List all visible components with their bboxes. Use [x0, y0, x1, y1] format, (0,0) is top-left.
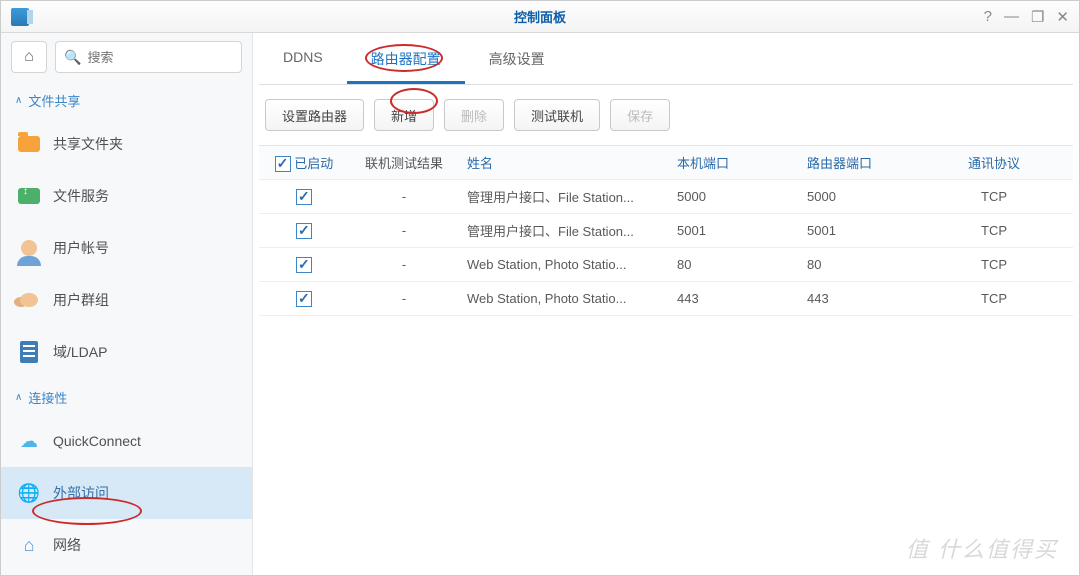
folder-icon [18, 136, 40, 152]
control-panel-window: 控制面板 ? — ❐ ✕ ⌂ 🔍 ∧ 文件共享 共享文件夹 文件服务 用户帐号 [0, 0, 1080, 576]
col-name[interactable]: 姓名 [459, 153, 669, 172]
save-button[interactable]: 保存 [610, 99, 670, 131]
table-row[interactable]: -管理用户接口、File Station...50015001TCP [259, 214, 1073, 248]
titlebar: 控制面板 ? — ❐ ✕ [1, 1, 1079, 33]
row-checkbox[interactable] [296, 223, 312, 239]
close-icon[interactable]: ✕ [1056, 8, 1069, 26]
toolbar: 设置路由器 新增 删除 测试联机 保存 [259, 85, 1073, 145]
row-checkbox[interactable] [296, 257, 312, 273]
cell-local-port: 5000 [669, 189, 799, 204]
sidebar-item-shared-folder[interactable]: 共享文件夹 [1, 118, 252, 170]
port-table: 已启动 联机测试结果 姓名 本机端口 路由器端口 通讯协议 -管理用户接口、Fi… [259, 145, 1073, 316]
chevron-up-icon: ∧ [15, 95, 22, 106]
app-icon [11, 8, 29, 26]
tab-ddns[interactable]: DDNS [259, 37, 347, 84]
table-row[interactable]: -Web Station, Photo Statio...8080TCP [259, 248, 1073, 282]
cell-name: Web Station, Photo Statio... [459, 257, 669, 272]
search-input-wrap[interactable]: 🔍 [55, 41, 242, 73]
cell-router-port: 5001 [799, 223, 959, 238]
sidebar-item-network[interactable]: ⌂网络 [1, 519, 252, 571]
cell-name: 管理用户接口、File Station... [459, 221, 669, 240]
setup-router-button[interactable]: 设置路由器 [265, 99, 364, 131]
section-connectivity[interactable]: ∧ 连接性 [1, 378, 252, 415]
cloud-icon: ☁ [17, 429, 41, 453]
maximize-icon[interactable]: ❐ [1031, 8, 1044, 26]
cell-test: - [349, 291, 459, 306]
sidebar-item-external-access[interactable]: 🌐外部访问 [1, 467, 252, 519]
cell-test: - [349, 189, 459, 204]
sidebar-item-ldap[interactable]: 域/LDAP [1, 326, 252, 378]
network-icon: ⌂ [17, 533, 41, 557]
cell-router-port: 80 [799, 257, 959, 272]
col-test-result[interactable]: 联机测试结果 [349, 153, 459, 172]
sidebar-item-group[interactable]: 用户群组 [1, 274, 252, 326]
row-checkbox[interactable] [296, 291, 312, 307]
main-panel: DDNS 路由器配置 高级设置 设置路由器 新增 删除 测试联机 保存 已启动 … [253, 33, 1079, 575]
cell-router-port: 5000 [799, 189, 959, 204]
cell-local-port: 80 [669, 257, 799, 272]
home-button[interactable]: ⌂ [11, 41, 47, 73]
group-icon [20, 293, 38, 307]
row-checkbox[interactable] [296, 189, 312, 205]
window-title: 控制面板 [0, 7, 1080, 26]
search-input[interactable] [87, 50, 233, 65]
tab-router-config[interactable]: 路由器配置 [347, 37, 465, 84]
tabs: DDNS 路由器配置 高级设置 [259, 37, 1073, 85]
cell-protocol: TCP [959, 223, 1029, 238]
table-row[interactable]: -管理用户接口、File Station...50005000TCP [259, 180, 1073, 214]
cell-local-port: 443 [669, 291, 799, 306]
ldap-icon [20, 341, 38, 363]
sidebar-item-quickconnect[interactable]: ☁QuickConnect [1, 415, 252, 467]
select-all-checkbox[interactable] [275, 156, 291, 172]
cell-name: Web Station, Photo Statio... [459, 291, 669, 306]
folder-sync-icon [18, 188, 40, 204]
minimize-icon[interactable]: — [1004, 8, 1019, 26]
cell-router-port: 443 [799, 291, 959, 306]
tab-advanced[interactable]: 高级设置 [465, 37, 569, 84]
search-icon: 🔍 [64, 49, 81, 66]
col-protocol[interactable]: 通讯协议 [959, 153, 1029, 172]
cell-name: 管理用户接口、File Station... [459, 187, 669, 206]
cell-protocol: TCP [959, 189, 1029, 204]
cell-protocol: TCP [959, 257, 1029, 272]
test-connection-button[interactable]: 测试联机 [514, 99, 600, 131]
globe-icon: 🌐 [17, 481, 41, 505]
col-router-port[interactable]: 路由器端口 [799, 153, 959, 172]
add-button[interactable]: 新增 [374, 99, 434, 131]
table-header: 已启动 联机测试结果 姓名 本机端口 路由器端口 通讯协议 [259, 146, 1073, 180]
sidebar-item-file-services[interactable]: 文件服务 [1, 170, 252, 222]
cell-protocol: TCP [959, 291, 1029, 306]
sidebar-item-user[interactable]: 用户帐号 [1, 222, 252, 274]
cell-test: - [349, 257, 459, 272]
delete-button[interactable]: 删除 [444, 99, 504, 131]
section-file-sharing[interactable]: ∧ 文件共享 [1, 81, 252, 118]
sidebar: ⌂ 🔍 ∧ 文件共享 共享文件夹 文件服务 用户帐号 用户群组 域/LDAP ∧… [1, 33, 253, 575]
chevron-up-icon: ∧ [15, 392, 22, 403]
cell-local-port: 5001 [669, 223, 799, 238]
table-row[interactable]: -Web Station, Photo Statio...443443TCP [259, 282, 1073, 316]
user-icon [21, 240, 37, 256]
help-icon[interactable]: ? [984, 8, 992, 26]
col-local-port[interactable]: 本机端口 [669, 153, 799, 172]
cell-test: - [349, 223, 459, 238]
